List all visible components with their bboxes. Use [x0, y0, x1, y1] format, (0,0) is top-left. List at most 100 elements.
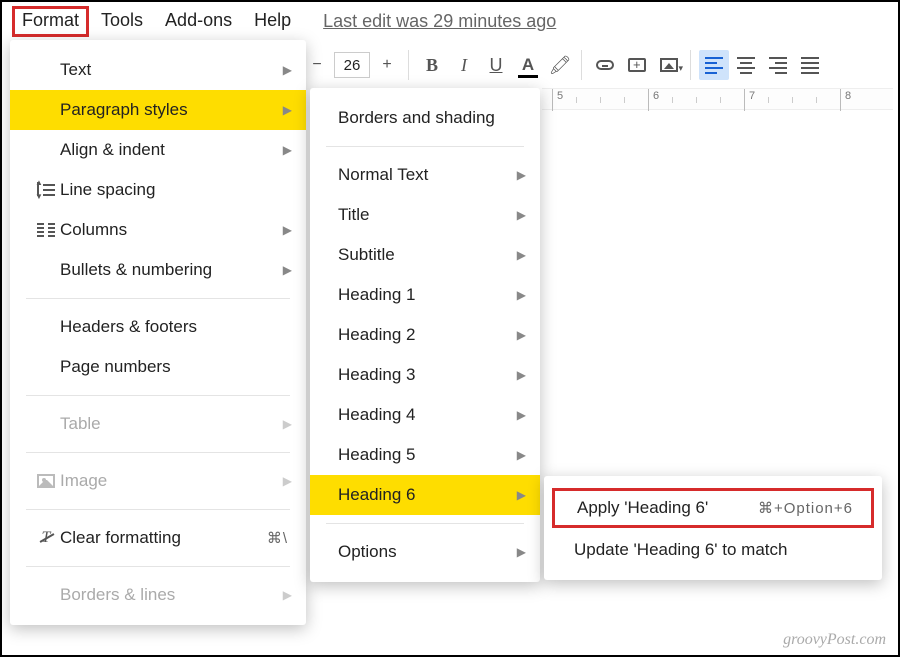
- menu-item-update-heading-6[interactable]: Update 'Heading 6' to match: [544, 530, 882, 570]
- insert-image-button[interactable]: [654, 50, 684, 80]
- menu-item-heading-1[interactable]: Heading 1 ▶: [310, 275, 540, 315]
- align-center-icon: [737, 57, 755, 74]
- separator: [26, 452, 290, 453]
- menu-item-label: Heading 1: [338, 285, 416, 305]
- menu-shortcut: ⌘+Option+6: [758, 499, 853, 517]
- menu-item-text[interactable]: Text ▶: [10, 50, 306, 90]
- font-size-group: − 26 +: [302, 50, 409, 80]
- menu-addons[interactable]: Add-ons: [155, 6, 242, 37]
- highlight-button[interactable]: 🖍: [545, 50, 575, 80]
- separator: [26, 566, 290, 567]
- menu-item-borders-shading[interactable]: Borders and shading: [310, 98, 540, 138]
- menu-item-label: Bullets & numbering: [60, 260, 212, 280]
- menu-item-label: Paragraph styles: [60, 100, 188, 120]
- last-edit-link[interactable]: Last edit was 29 minutes ago: [323, 11, 556, 32]
- chevron-right-icon: ▶: [517, 545, 526, 559]
- menu-item-label: Subtitle: [338, 245, 395, 265]
- menu-item-label: Normal Text: [338, 165, 428, 185]
- chevron-right-icon: ▶: [517, 488, 526, 502]
- menu-item-label: Borders and shading: [338, 108, 495, 128]
- chevron-right-icon: ▶: [517, 408, 526, 422]
- heading-6-menu: Apply 'Heading 6' ⌘+Option+6 Update 'Hea…: [544, 476, 882, 580]
- menu-item-page-numbers[interactable]: Page numbers: [10, 347, 306, 387]
- menubar: Format Tools Add-ons Help Last edit was …: [12, 6, 556, 37]
- bold-button[interactable]: B: [417, 50, 447, 80]
- menu-item-columns[interactable]: Columns ▶: [10, 210, 306, 250]
- underline-button[interactable]: U: [481, 50, 511, 80]
- font-size-input[interactable]: 26: [334, 52, 370, 78]
- menu-item-label: Clear formatting: [60, 528, 181, 548]
- menu-shortcut: ⌘\: [267, 529, 288, 547]
- menu-item-clear-formatting[interactable]: T Clear formatting ⌘\: [10, 518, 306, 558]
- font-size-increase-button[interactable]: +: [372, 50, 402, 80]
- menu-item-heading-2[interactable]: Heading 2 ▶: [310, 315, 540, 355]
- align-center-button[interactable]: [731, 50, 761, 80]
- menu-item-heading-3[interactable]: Heading 3 ▶: [310, 355, 540, 395]
- menu-item-label: Heading 3: [338, 365, 416, 385]
- menu-item-label: Apply 'Heading 6': [577, 498, 708, 518]
- text-color-button[interactable]: A: [513, 50, 543, 80]
- italic-button[interactable]: I: [449, 50, 479, 80]
- line-spacing-icon: ▲▼: [32, 182, 60, 198]
- columns-icon: [32, 223, 60, 237]
- menu-item-label: Heading 4: [338, 405, 416, 425]
- ruler-mark-6: 6: [653, 90, 659, 102]
- align-justify-button[interactable]: [795, 50, 825, 80]
- menu-format[interactable]: Format: [12, 6, 89, 37]
- menu-item-align-indent[interactable]: Align & indent ▶: [10, 130, 306, 170]
- chevron-right-icon: ▶: [517, 288, 526, 302]
- menu-item-label: Align & indent: [60, 140, 165, 160]
- menu-item-label: Borders & lines: [60, 585, 175, 605]
- text-style-group: B I U A 🖍: [417, 50, 582, 80]
- menu-item-heading-5[interactable]: Heading 5 ▶: [310, 435, 540, 475]
- chevron-right-icon: ▶: [283, 63, 292, 77]
- menu-item-options[interactable]: Options ▶: [310, 532, 540, 572]
- separator: [326, 523, 524, 524]
- font-size-decrease-button[interactable]: −: [302, 50, 332, 80]
- chevron-right-icon: ▶: [283, 417, 292, 431]
- insert-link-button[interactable]: [590, 50, 620, 80]
- menu-item-headers-footers[interactable]: Headers & footers: [10, 307, 306, 347]
- ruler-mark-5: 5: [557, 90, 563, 102]
- chevron-right-icon: ▶: [517, 168, 526, 182]
- separator: [26, 298, 290, 299]
- insert-comment-button[interactable]: [622, 50, 652, 80]
- ruler-mark-7: 7: [749, 90, 755, 102]
- menu-item-heading-4[interactable]: Heading 4 ▶: [310, 395, 540, 435]
- separator: [26, 395, 290, 396]
- comment-icon: [628, 58, 646, 72]
- align-right-button[interactable]: [763, 50, 793, 80]
- toolbar: − 26 + B I U A 🖍: [302, 50, 835, 80]
- menu-item-label: Page numbers: [60, 357, 171, 377]
- menu-tools[interactable]: Tools: [91, 6, 153, 37]
- chevron-right-icon: ▶: [283, 103, 292, 117]
- menu-item-heading-6[interactable]: Heading 6 ▶: [310, 475, 540, 515]
- menu-item-label: Heading 6: [338, 485, 416, 505]
- align-right-icon: [769, 57, 787, 74]
- align-left-button[interactable]: [699, 50, 729, 80]
- menu-item-subtitle[interactable]: Subtitle ▶: [310, 235, 540, 275]
- menu-item-label: Heading 5: [338, 445, 416, 465]
- menu-item-label: Text: [60, 60, 91, 80]
- link-icon: [596, 60, 614, 70]
- menu-help[interactable]: Help: [244, 6, 301, 37]
- menu-item-label: Title: [338, 205, 370, 225]
- menu-item-label: Columns: [60, 220, 127, 240]
- menu-item-paragraph-styles[interactable]: Paragraph styles ▶: [10, 90, 306, 130]
- watermark: groovyPost.com: [783, 631, 886, 649]
- chevron-right-icon: ▶: [283, 143, 292, 157]
- chevron-right-icon: ▶: [517, 328, 526, 342]
- separator: [26, 509, 290, 510]
- menu-item-label: Headers & footers: [60, 317, 197, 337]
- menu-item-table: Table ▶: [10, 404, 306, 444]
- format-menu: Text ▶ Paragraph styles ▶ Align & indent…: [10, 40, 306, 625]
- menu-item-line-spacing[interactable]: ▲▼ Line spacing: [10, 170, 306, 210]
- menu-item-title[interactable]: Title ▶: [310, 195, 540, 235]
- menu-item-bullets-numbering[interactable]: Bullets & numbering ▶: [10, 250, 306, 290]
- chevron-right-icon: ▶: [283, 223, 292, 237]
- paragraph-styles-menu: Borders and shading Normal Text ▶ Title …: [310, 88, 540, 582]
- chevron-right-icon: ▶: [517, 368, 526, 382]
- menu-item-normal-text[interactable]: Normal Text ▶: [310, 155, 540, 195]
- menu-item-apply-heading-6[interactable]: Apply 'Heading 6' ⌘+Option+6: [552, 488, 874, 528]
- chevron-right-icon: ▶: [517, 448, 526, 462]
